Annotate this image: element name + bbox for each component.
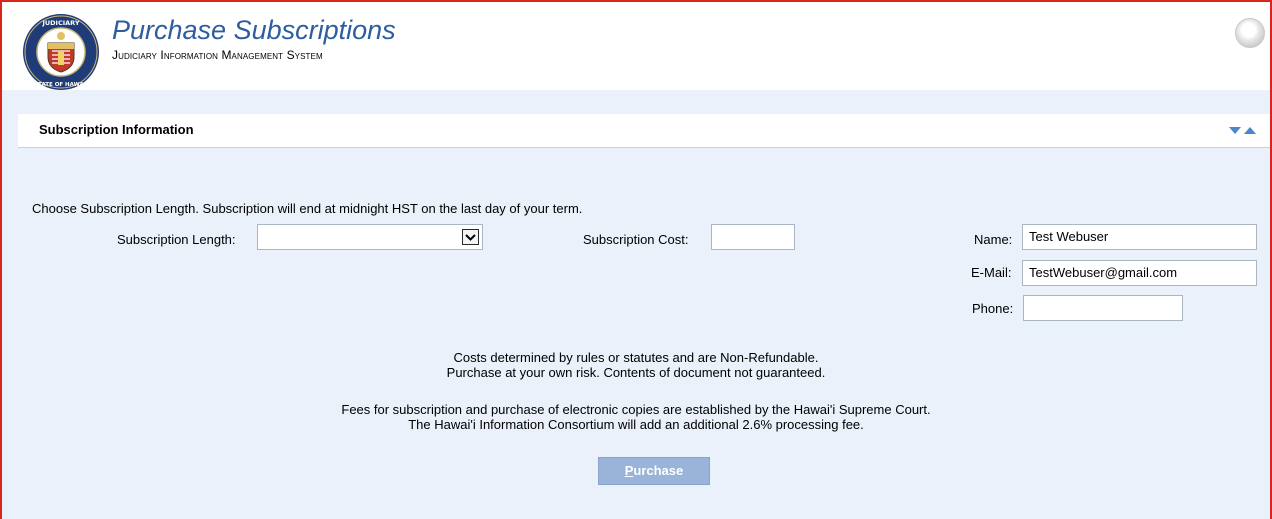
name-field[interactable]: Test Webuser [1022,224,1257,250]
app-subtitle: Judiciary Information Management System [112,48,323,62]
section-header: Subscription Information [18,114,1270,148]
notice-line-1: Costs determined by rules or statutes an… [453,350,819,365]
email-field[interactable]: TestWebuser@gmail.com [1022,260,1257,286]
subscription-cost-field[interactable] [711,224,795,250]
notice-line-3: Fees for subscription and purchase of el… [341,402,931,417]
seal-bottom-text: STATE OF HAWAII [34,82,88,88]
purchase-label: urchase [633,463,684,478]
chevron-down-icon [465,234,476,241]
phone-label: Phone: [972,301,1014,316]
page-frame: JUDICIARY STATE OF HAWAII Purchase Subsc… [0,0,1272,519]
subscription-length-select[interactable] [257,224,483,250]
page-title: Purchase Subscriptions [112,15,396,45]
section-title: Subscription Information [39,122,194,137]
dropdown-button[interactable] [462,229,479,245]
judiciary-seal-icon: JUDICIARY STATE OF HAWAII [23,14,99,90]
collapse-expand-arrows-icon[interactable] [1228,125,1262,137]
name-label: Name: [974,232,1013,247]
subscription-length-label: Subscription Length: [117,232,236,247]
instruction-text: Choose Subscription Length. Subscription… [32,201,583,216]
purchase-button[interactable]: Purchase [598,457,710,485]
phone-field[interactable] [1023,295,1183,321]
subscription-cost-label: Subscription Cost: [583,232,689,247]
notice-line-4: The Hawai'i Information Consortium will … [408,417,864,432]
seal-top-text: JUDICIARY [41,19,79,27]
notice-line-2: Purchase at your own risk. Contents of d… [446,365,826,380]
email-label: E-Mail: [971,265,1012,280]
app-header: JUDICIARY STATE OF HAWAII Purchase Subsc… [2,2,1270,90]
status-orb-icon[interactable] [1235,18,1265,48]
